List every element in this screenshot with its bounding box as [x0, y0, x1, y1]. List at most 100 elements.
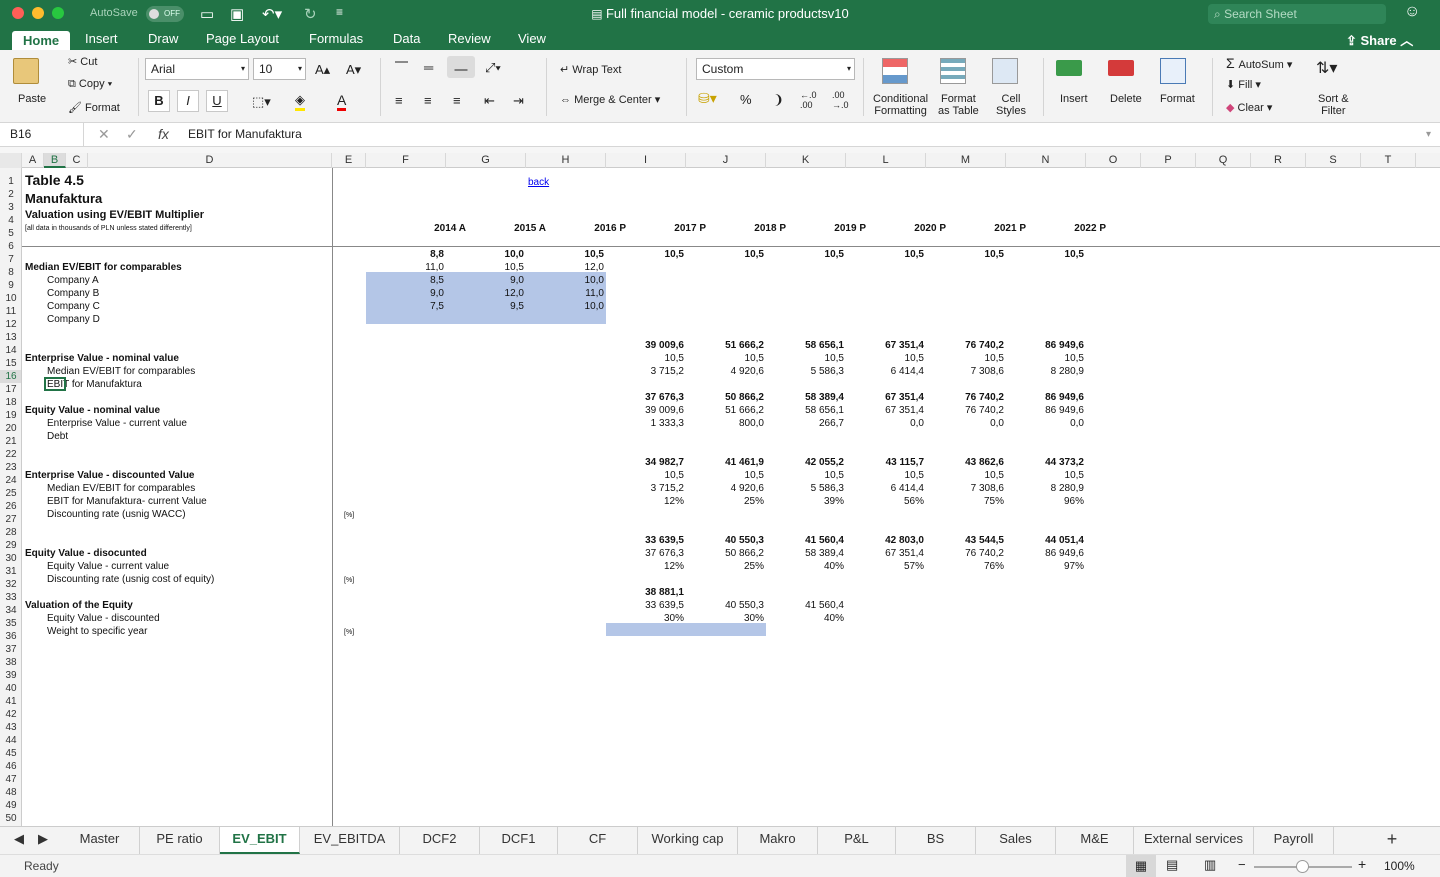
expand-formula-bar-icon[interactable]: ▾: [1426, 129, 1431, 140]
cell-eq-nominal[interactable]: 67 351,4: [844, 391, 924, 404]
insert-cells-button[interactable]: Insert: [1060, 93, 1088, 105]
cell-eqd-rate[interactable]: 76%: [924, 560, 1004, 573]
cell-median-row[interactable]: 10,5: [524, 248, 604, 261]
cell-evd[interactable]: 43 115,7: [844, 456, 924, 469]
fill-button[interactable]: ⬇ Fill ▾: [1226, 78, 1261, 91]
row-header-34[interactable]: 34: [0, 604, 21, 617]
percent-button[interactable]: %: [740, 92, 752, 107]
sheet-tab-ev-ebit[interactable]: EV_EBIT: [220, 827, 300, 854]
column-header-n[interactable]: N: [1006, 153, 1086, 168]
row-header-22[interactable]: 22: [0, 448, 21, 461]
sheet-tab-bs[interactable]: BS: [896, 827, 976, 854]
sheet-tab-m-e[interactable]: M&E: [1056, 827, 1134, 854]
sort-filter-icon[interactable]: ⇅▾: [1316, 58, 1337, 78]
sheet-tab-ev-ebitda[interactable]: EV_EBITDA: [300, 827, 400, 854]
cell-val-weight[interactable]: 40%: [764, 612, 844, 625]
cell-eq-ev[interactable]: 39 009,6: [604, 404, 684, 417]
cell-evd-median[interactable]: 10,5: [684, 469, 764, 482]
cell-company-a[interactable]: 11,0: [364, 261, 444, 274]
active-cell-b16[interactable]: [44, 377, 66, 391]
row-header-5[interactable]: 5: [0, 227, 21, 240]
cell-company-d[interactable]: 7,5: [364, 300, 444, 313]
column-header-f[interactable]: F: [366, 153, 446, 168]
cell-ev-ebit[interactable]: 4 920,6: [684, 365, 764, 378]
align-left-icon[interactable]: ≡: [395, 93, 403, 108]
cell-ev-nominal[interactable]: 39 009,6: [604, 339, 684, 352]
cell-evd-ebit[interactable]: 5 586,3: [764, 482, 844, 495]
cell-eqd[interactable]: 40 550,3: [684, 534, 764, 547]
number-format-select[interactable]: Custom ▾: [696, 58, 855, 80]
tab-home[interactable]: Home: [12, 31, 71, 50]
cell-eq-nominal[interactable]: 76 740,2: [924, 391, 1004, 404]
row-header-39[interactable]: 39: [0, 669, 21, 682]
decrease-decimal-icon[interactable]: .00 →.0: [832, 90, 849, 110]
cell-ev-ebit[interactable]: 3 715,2: [604, 365, 684, 378]
row-header-2[interactable]: 2: [0, 188, 21, 201]
cell-eqd-eq[interactable]: 58 389,4: [764, 547, 844, 560]
row-header-43[interactable]: 43: [0, 721, 21, 734]
format-as-table-icon[interactable]: [940, 58, 966, 84]
cell-company-a[interactable]: 12,0: [524, 261, 604, 274]
increase-decimal-icon[interactable]: ←.0.00: [800, 90, 817, 110]
row-header-38[interactable]: 38: [0, 656, 21, 669]
cell-evd-ebit[interactable]: 8 280,9: [1004, 482, 1084, 495]
cell-val-weight[interactable]: 30%: [604, 612, 684, 625]
row-header-44[interactable]: 44: [0, 734, 21, 747]
cell-eqd[interactable]: 33 639,5: [604, 534, 684, 547]
cell-eq-debt[interactable]: 266,7: [764, 417, 844, 430]
row-header-29[interactable]: 29: [0, 539, 21, 552]
underline-button[interactable]: U: [206, 90, 228, 112]
row-header-50[interactable]: 50: [0, 812, 21, 825]
cell-val-weight[interactable]: 30%: [684, 612, 764, 625]
row-header-15[interactable]: 15: [0, 357, 21, 370]
increase-indent-icon[interactable]: ⇥: [513, 93, 524, 109]
cell-company-b[interactable]: 10,0: [524, 274, 604, 287]
row-header-48[interactable]: 48: [0, 786, 21, 799]
cell-eq-ev[interactable]: 67 351,4: [844, 404, 924, 417]
row-header-13[interactable]: 13: [0, 331, 21, 344]
cell-eq-nominal[interactable]: 50 866,2: [684, 391, 764, 404]
cell-evd[interactable]: 41 461,9: [684, 456, 764, 469]
formula-input[interactable]: EBIT for Manufaktura: [188, 127, 302, 141]
back-link[interactable]: back: [528, 176, 549, 189]
cell-evd-median[interactable]: 10,5: [604, 469, 684, 482]
cell-eqd-eq[interactable]: 50 866,2: [684, 547, 764, 560]
row-header-19[interactable]: 19: [0, 409, 21, 422]
worksheet-grid[interactable]: Table 4.5 Manufaktura Valuation using EV…: [22, 168, 1440, 826]
font-color-icon[interactable]: A: [337, 92, 347, 111]
cell-median-row[interactable]: 10,5: [684, 248, 764, 261]
column-header-i[interactable]: I: [606, 153, 686, 168]
cell-styles-button[interactable]: Cell Styles: [996, 93, 1026, 117]
row-header-25[interactable]: 25: [0, 487, 21, 500]
cell-evd[interactable]: 43 862,6: [924, 456, 1004, 469]
cell-evd-rate[interactable]: 12%: [604, 495, 684, 508]
cell-median-row[interactable]: 10,5: [604, 248, 684, 261]
cell-evd-ebit[interactable]: 6 414,4: [844, 482, 924, 495]
row-header-7[interactable]: 7: [0, 253, 21, 266]
insert-cells-icon[interactable]: [1056, 60, 1082, 76]
row-header-4[interactable]: 4: [0, 214, 21, 227]
function-icon[interactable]: fx: [158, 126, 169, 142]
sheet-tab-master[interactable]: Master: [60, 827, 140, 854]
cell-ev-ebit[interactable]: 7 308,6: [924, 365, 1004, 378]
increase-font-icon[interactable]: A▴: [315, 62, 330, 78]
cell-eqd[interactable]: 44 051,4: [1004, 534, 1084, 547]
paste-button[interactable]: Paste: [18, 93, 46, 105]
cell-ev-nominal[interactable]: 67 351,4: [844, 339, 924, 352]
cancel-icon[interactable]: ✕: [98, 126, 110, 143]
cell-evd-rate[interactable]: 96%: [1004, 495, 1084, 508]
row-header-46[interactable]: 46: [0, 760, 21, 773]
cell-eq-ev[interactable]: 86 949,6: [1004, 404, 1084, 417]
cell-company-c[interactable]: 12,0: [444, 287, 524, 300]
cell-val-eqd[interactable]: 40 550,3: [684, 599, 764, 612]
cell-eq-ev[interactable]: 51 666,2: [684, 404, 764, 417]
sheet-tab-external-services[interactable]: External services: [1134, 827, 1254, 854]
sheet-tab-pe-ratio[interactable]: PE ratio: [140, 827, 220, 854]
cell-eqd-rate[interactable]: 57%: [844, 560, 924, 573]
row-header-30[interactable]: 30: [0, 552, 21, 565]
column-header-e[interactable]: E: [332, 153, 366, 168]
row-header-47[interactable]: 47: [0, 773, 21, 786]
column-header-d[interactable]: D: [88, 153, 332, 168]
add-sheet-icon[interactable]: +: [1378, 827, 1406, 854]
row-header-10[interactable]: 10: [0, 292, 21, 305]
